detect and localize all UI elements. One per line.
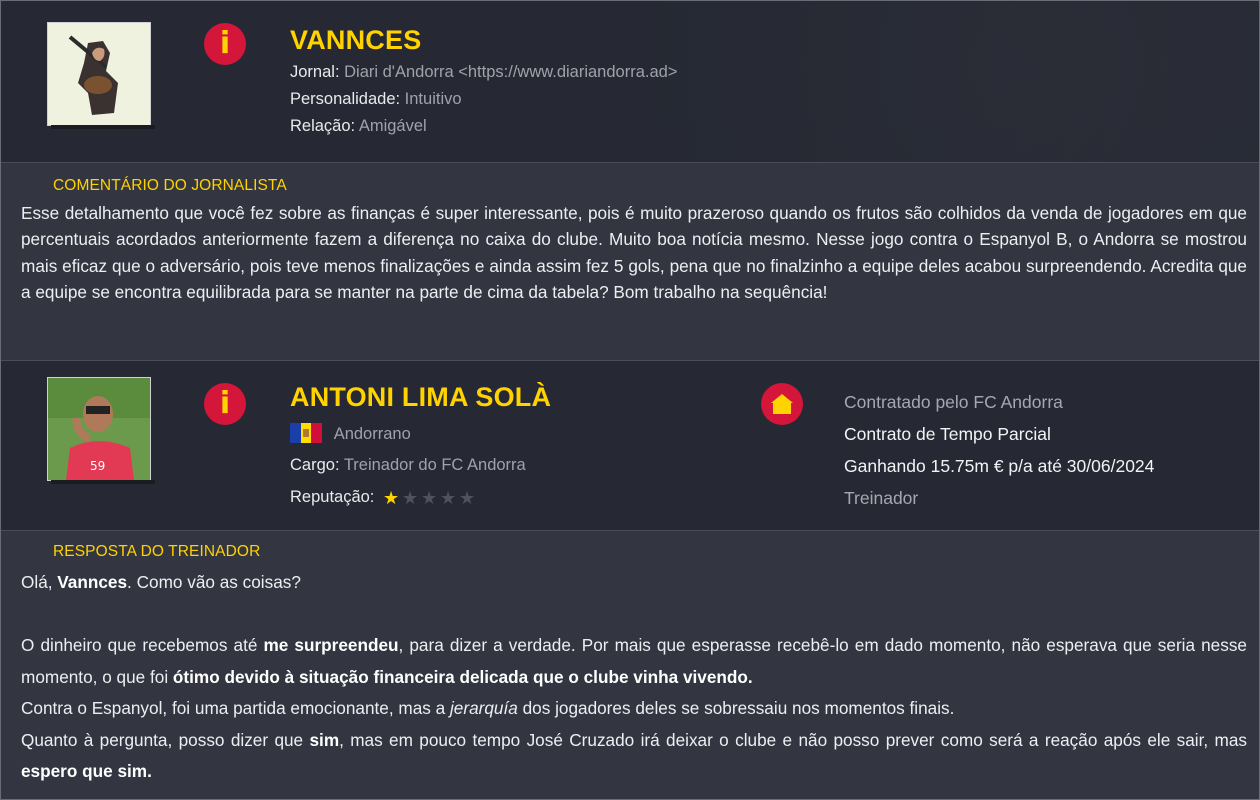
manager-name: ANTONI LIMA SOLÀ [290,382,552,412]
manager-header: 59 i ANTONI LIMA SOLÀ Andorrano Cargo: T… [1,360,1259,530]
relation-label: Relação: [290,117,356,135]
star-icon: ★ [421,488,438,509]
reputation-label: Reputação: [290,488,375,506]
contract-position: Treinador [844,488,919,508]
contract-type: Contrato de Tempo Parcial [844,424,1051,444]
personality-label: Personalidade: [290,90,401,108]
star-icon: ★ [383,488,400,509]
contract-salary: Ganhando 15.75m € p/a até 30/06/2024 [844,456,1155,476]
reply-text-fragment: Quanto à pergunta, posso dizer que [21,729,310,750]
nationality-value[interactable]: Andorrano [334,425,411,443]
comment-text: Esse detalhamento que você fez sobre as … [21,203,1247,302]
reply-text-fragment: Contra o Espanyol, foi uma partida emoci… [21,698,450,718]
reply-text-fragment: O dinheiro que recebemos até [21,635,264,655]
reply-paragraph: Contra o Espanyol, foi uma partida emoci… [21,693,1247,725]
reply-text-bold: me surpreendeu [263,635,399,655]
reply-text-bold: espero que sim. [21,761,152,781]
star-icon: ★ [402,488,419,509]
reply-text-fragment: . Como vão as coisas? [127,572,301,592]
svg-text:59: 59 [90,459,105,473]
andorra-flag-icon [290,423,322,443]
reply-text-bold: Vannces [57,572,128,592]
info-icon[interactable]: i [204,23,246,65]
reply-text-bold: ótimo devido à situação financeira delic… [172,666,753,687]
personality-row: Personalidade: Intuitivo [290,90,462,109]
reply-text-italic: jerarquía [449,698,518,718]
journalist-comment-section: COMENTÁRIO DO JORNALISTA Esse detalhamen… [1,162,1259,360]
reply-paragraph: Quanto à pergunta, posso dizer que sim, … [21,725,1247,788]
journalist-header: i VANNCES Jornal: Diari d'Andorra <https… [1,1,1259,162]
reply-blank-line [21,599,1247,631]
star-icon: ★ [440,488,457,509]
relation-value: Amigável [358,117,427,135]
manager-reply-section: RESPOSTA DO TREINADOR Olá, Vannces. Como… [1,530,1259,799]
reply-text: Olá, Vannces. Como vão as coisas? O dinh… [21,567,1247,788]
reply-text-bold: sim [309,729,340,750]
role-value[interactable]: Treinador do FC Andorra [344,456,526,474]
newspaper-label: Jornal: [290,63,340,81]
reply-paragraph: O dinheiro que recebemos até me surpreen… [21,630,1247,693]
info-icon[interactable]: i [204,383,246,425]
nationality-row: Andorrano [290,423,411,444]
personality-value: Intuitivo [404,90,462,108]
comment-title: COMENTÁRIO DO JORNALISTA [53,177,287,194]
reply-title: RESPOSTA DO TREINADOR [53,543,261,560]
newspaper-row: Jornal: Diari d'Andorra <https://www.dia… [290,63,677,82]
star-icon: ★ [459,488,476,509]
journalist-name: VANNCES [290,25,422,55]
reputation-stars: ★ ★ ★ ★ ★ [383,490,478,509]
reputation-row: Reputação: ★ ★ ★ ★ ★ [290,488,478,509]
manager-avatar[interactable]: 59 [47,377,155,484]
hired-by: Contratado pelo FC Andorra [844,392,1063,412]
role-row: Cargo: Treinador do FC Andorra [290,456,526,475]
reply-text-fragment: Olá, [21,572,58,592]
newspaper-value[interactable]: Diari d'Andorra <https://www.diariandorr… [344,63,677,81]
reply-greeting: Olá, Vannces. Como vão as coisas? [21,567,1247,599]
reply-text-fragment: , mas em pouco tempo José Cruzado irá de… [339,729,1248,750]
home-icon[interactable] [761,383,803,425]
relation-row: Relação: Amigável [290,117,427,136]
reply-text-fragment: dos jogadores deles se sobressaiu nos mo… [517,698,955,718]
role-label: Cargo: [290,456,340,474]
journalist-avatar[interactable] [47,22,155,129]
